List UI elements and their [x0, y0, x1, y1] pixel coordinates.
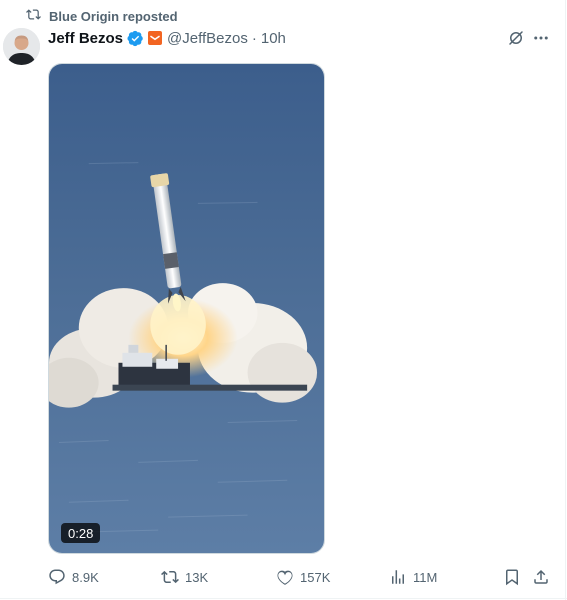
reply-count: 8.9K	[72, 569, 99, 585]
more-icon[interactable]	[531, 28, 551, 48]
repost-indicator[interactable]: Blue Origin reposted	[26, 7, 178, 25]
separator-dot: ·	[251, 29, 257, 47]
like-button[interactable]: 157K	[276, 566, 330, 588]
timeline-right-border	[565, 0, 566, 600]
bookmark-button[interactable]	[503, 566, 521, 588]
heart-icon	[277, 570, 293, 585]
views-icon	[392, 570, 404, 584]
repost-icon	[26, 7, 41, 25]
post-header: Jeff Bezos @JeffBezos · 10h	[48, 28, 286, 48]
view-count: 11M	[413, 569, 438, 585]
reply-icon	[49, 569, 65, 585]
avatar[interactable]	[3, 28, 40, 65]
author-name[interactable]: Jeff Bezos	[48, 30, 123, 47]
repost-count: 13K	[185, 569, 209, 585]
video-player[interactable]: 0:28	[48, 63, 325, 554]
rocket-landing-video-frame	[49, 64, 324, 553]
verified-badge-icon[interactable]	[127, 30, 144, 47]
views-button[interactable]: 11M	[389, 566, 437, 588]
repost-icon	[161, 570, 179, 584]
video-duration: 0:28	[61, 523, 101, 543]
share-button[interactable]	[532, 566, 550, 588]
author-handle[interactable]: @JeffBezos	[167, 30, 248, 47]
bookmark-icon	[506, 569, 518, 586]
reply-button[interactable]: 8.9K	[48, 566, 99, 588]
post-timestamp[interactable]: 10h	[261, 30, 286, 47]
affiliate-badge-icon[interactable]	[148, 31, 163, 45]
share-icon	[534, 569, 548, 584]
repost-button[interactable]: 13K	[161, 566, 208, 588]
like-count: 157K	[300, 569, 331, 585]
repost-label: Blue Origin reposted	[49, 8, 178, 24]
grok-icon[interactable]	[506, 28, 526, 48]
post-bottom-border	[0, 598, 567, 599]
